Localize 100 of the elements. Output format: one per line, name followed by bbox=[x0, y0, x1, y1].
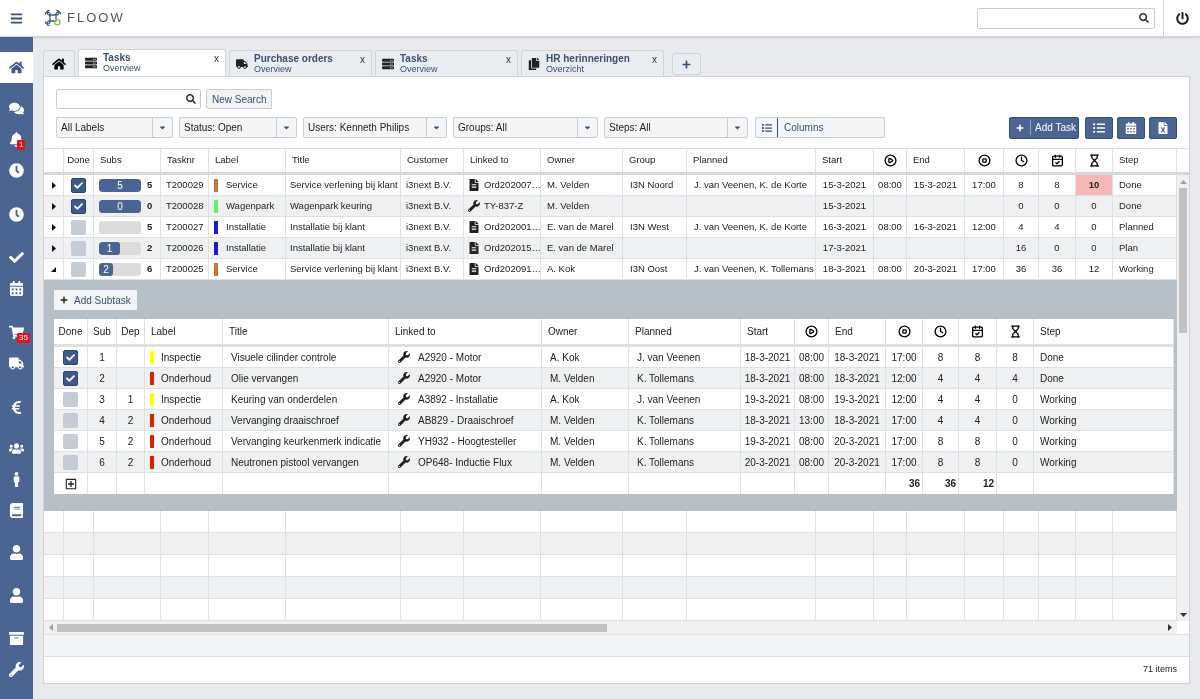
home-tab[interactable] bbox=[43, 50, 75, 76]
table-cell-text: 18-3-2021 bbox=[834, 371, 880, 386]
checkbox[interactable] bbox=[71, 198, 86, 214]
expand-arrow-icon[interactable] bbox=[51, 202, 56, 210]
expand-arrow-icon[interactable] bbox=[51, 181, 56, 189]
filter-dropdown[interactable]: All Labels bbox=[56, 117, 173, 138]
search-field[interactable] bbox=[56, 89, 201, 109]
add-row-icon[interactable] bbox=[64, 477, 77, 490]
checkbox[interactable] bbox=[63, 370, 78, 386]
close-tab-button[interactable]: x bbox=[506, 54, 511, 66]
checkbox[interactable] bbox=[63, 349, 78, 365]
subtask-count: 0 bbox=[147, 198, 153, 213]
checkbox[interactable] bbox=[63, 391, 78, 407]
expand-arrow-icon[interactable] bbox=[51, 223, 56, 231]
scrollbar-thumb[interactable] bbox=[57, 623, 607, 632]
column-header[interactable]: Step bbox=[1040, 324, 1061, 339]
filter-dropdown[interactable]: Steps: All bbox=[604, 117, 748, 138]
column-header[interactable]: Tasknr bbox=[167, 153, 195, 168]
vertical-scrollbar[interactable] bbox=[1177, 175, 1189, 621]
truck-icon bbox=[9, 356, 24, 371]
column-header[interactable]: Owner bbox=[548, 324, 578, 339]
add-task-button[interactable]: Add Task bbox=[1009, 116, 1079, 139]
close-tab-button[interactable]: x bbox=[652, 54, 657, 66]
column-header[interactable]: Owner bbox=[547, 153, 575, 168]
sidebar-item[interactable] bbox=[0, 52, 33, 83]
sidebar-item[interactable]: 1 bbox=[0, 124, 33, 155]
column-header[interactable]: End bbox=[913, 153, 930, 168]
wrench-icon bbox=[9, 662, 24, 677]
column-header[interactable]: Step bbox=[1119, 153, 1139, 168]
column-header[interactable]: Dep bbox=[121, 324, 140, 339]
column-header[interactable]: Planned bbox=[635, 324, 672, 339]
column-header[interactable]: Linked to bbox=[470, 153, 509, 168]
column-header[interactable]: End bbox=[835, 324, 853, 339]
checkbox[interactable] bbox=[71, 240, 86, 256]
tab[interactable]: Tasks Overview x bbox=[78, 49, 226, 76]
column-header[interactable]: Start bbox=[822, 153, 843, 168]
checkbox[interactable] bbox=[63, 412, 78, 428]
table-cell-text: M. Velden bbox=[550, 413, 595, 428]
sidebar-item[interactable]: 35 bbox=[0, 317, 33, 348]
column-header[interactable]: Planned bbox=[693, 153, 728, 168]
scrollbar-thumb[interactable] bbox=[1179, 188, 1187, 333]
table-cell-text: Onderhoud bbox=[161, 413, 212, 428]
calendar-view-button[interactable] bbox=[1117, 116, 1145, 139]
column-header[interactable]: Subs bbox=[100, 153, 122, 168]
column-header[interactable]: Done bbox=[58, 324, 83, 339]
collapse-arrow-icon[interactable] bbox=[51, 266, 56, 272]
checkbox[interactable] bbox=[71, 261, 86, 277]
column-header[interactable]: Title bbox=[292, 153, 310, 168]
column-header[interactable]: Label bbox=[215, 153, 239, 168]
checkbox[interactable] bbox=[71, 219, 86, 235]
column-header[interactable]: Customer bbox=[407, 153, 449, 168]
table-cell-text: 4 bbox=[1018, 219, 1024, 234]
menu-icon[interactable] bbox=[10, 11, 23, 25]
subtask-count: 5 bbox=[147, 177, 153, 192]
column-header[interactable]: Label bbox=[151, 324, 176, 339]
table-cell-text: Ord202001… bbox=[484, 219, 542, 234]
close-tab-button[interactable]: x bbox=[360, 54, 365, 66]
filter-dropdown[interactable]: Groups: All bbox=[453, 117, 598, 138]
table-cell-text: Working bbox=[1040, 455, 1077, 470]
table-cell-text: Working bbox=[1119, 261, 1154, 276]
check-icon bbox=[66, 373, 75, 383]
table-cell-text: 5 bbox=[99, 434, 105, 449]
calendar-icon bbox=[1125, 121, 1137, 134]
scroll-right-arrow-icon[interactable] bbox=[1166, 624, 1174, 631]
expand-arrow-icon[interactable] bbox=[51, 244, 56, 252]
search-field[interactable] bbox=[977, 7, 1155, 29]
column-header[interactable]: Sub bbox=[93, 324, 111, 339]
table-cell-text: 17-3-2021 bbox=[822, 240, 867, 255]
column-header[interactable]: Done bbox=[67, 153, 90, 168]
table-cell-text: 18-3-2021 bbox=[744, 371, 791, 386]
tab[interactable]: Purchase orders Overview x bbox=[229, 50, 372, 76]
checkbox[interactable] bbox=[71, 177, 86, 193]
column-header[interactable]: Start bbox=[747, 324, 769, 339]
checkbox[interactable] bbox=[63, 433, 78, 449]
list-view-button[interactable] bbox=[1085, 116, 1113, 139]
column-header[interactable]: Group bbox=[629, 153, 656, 168]
filter-dropdown[interactable]: Users: Kenneth Philips bbox=[303, 117, 447, 138]
add-subtask-button[interactable]: Add Subtask bbox=[54, 290, 137, 310]
table-cell-text: 4 bbox=[937, 371, 944, 386]
clock-icon bbox=[934, 325, 947, 338]
check-icon bbox=[74, 180, 83, 190]
columns-button[interactable]: Columns bbox=[755, 117, 885, 138]
scroll-down-arrow-icon[interactable] bbox=[1179, 611, 1187, 619]
tab[interactable]: HR herinneringen Overzicht x bbox=[521, 50, 664, 76]
tab[interactable]: Tasks Overview x bbox=[375, 50, 518, 76]
column-header[interactable]: Linked to bbox=[395, 324, 436, 339]
checkbox[interactable] bbox=[63, 454, 78, 470]
column-header[interactable]: Title bbox=[229, 324, 248, 339]
calendar-check-icon bbox=[971, 325, 984, 338]
horizontal-scrollbar[interactable] bbox=[44, 621, 1177, 634]
new-search-button[interactable]: New Search bbox=[206, 89, 273, 109]
add-tab-button[interactable] bbox=[672, 53, 701, 75]
user-icon bbox=[9, 588, 24, 603]
excel-export-button[interactable] bbox=[1149, 116, 1177, 139]
table-cell-text: Working bbox=[1040, 392, 1077, 407]
table-cell-text: Wagenpark bbox=[226, 198, 275, 213]
power-icon[interactable] bbox=[1175, 11, 1189, 25]
close-tab-button[interactable]: x bbox=[214, 53, 219, 65]
filter-dropdown[interactable]: Status: Open bbox=[179, 117, 297, 138]
table-cell-text: 17:00 bbox=[891, 455, 917, 470]
